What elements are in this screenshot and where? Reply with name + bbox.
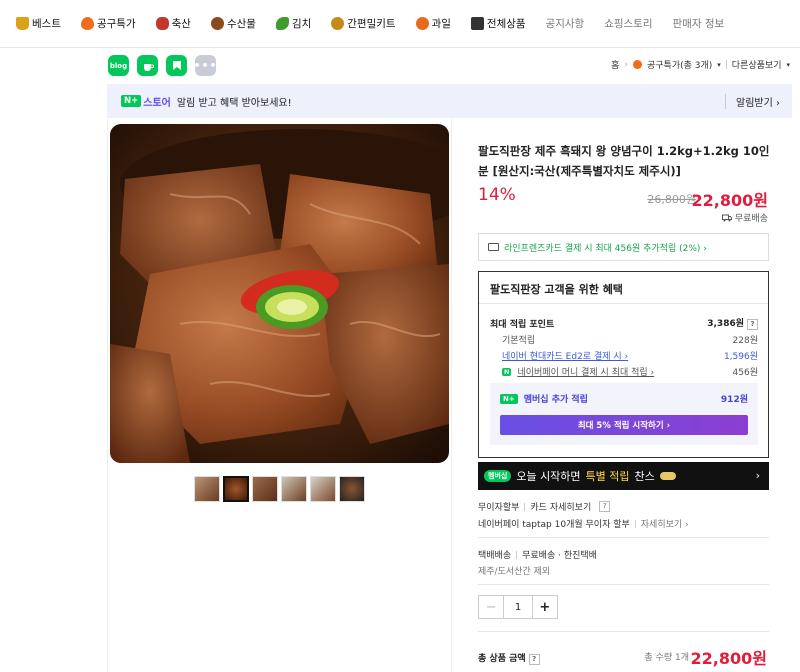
nav-fruit[interactable]: 과일 — [415, 16, 451, 31]
delivery-row: 택배배송 무료배송 · 한진택배 — [478, 550, 597, 561]
cart-icon — [470, 17, 484, 30]
card-benefit-link[interactable]: 라인프렌즈카드 결제 시 최대 456원 추가적립 (2%) › — [478, 233, 769, 261]
thumbnail[interactable] — [252, 476, 278, 502]
benefit-box: 팔도직판장 고객을 위한 혜택 최대 적립 포인트 3,386원? 기본적립 2… — [478, 271, 769, 458]
mealkit-icon — [331, 17, 345, 30]
product-main-image — [110, 124, 449, 463]
product-title: 팔도직판장 제주 흑돼지 왕 양념구이 1.2kg+1.2kg 10인분 [원산… — [478, 144, 770, 178]
share-buttons: blog ••• — [108, 55, 217, 76]
thumbnail[interactable] — [310, 476, 336, 502]
nav-seller-info[interactable]: 판매자 정보 — [673, 16, 725, 31]
nav-all-products[interactable]: 전체상품 — [470, 16, 526, 31]
trophy-icon — [16, 17, 29, 30]
total-quantity: 총 수량 1개 — [644, 653, 689, 663]
free-shipping-label: 무료배송 — [721, 211, 768, 224]
total-price-row: 총 상품 금액? 총 수량 1개 22,800원 — [478, 645, 769, 668]
quantity-decrease-button[interactable]: − — [479, 596, 505, 618]
installment-row: 무이자할부 카드 자세히보기 ? — [478, 500, 770, 513]
membership-start-button[interactable]: 최대 5% 적립 시작하기 › — [500, 415, 748, 435]
bookmark-icon — [172, 61, 181, 70]
nav-shopping-story[interactable]: 쇼핑스토리 — [604, 16, 652, 31]
nav-meat[interactable]: 축산 — [155, 16, 191, 31]
nav-kimchi[interactable]: 김치 — [275, 16, 311, 31]
bookmark-share-icon[interactable] — [166, 55, 187, 76]
cup-icon — [143, 63, 154, 71]
npay-icon: N — [502, 367, 512, 376]
chevron-down-icon: ▾ — [786, 60, 790, 69]
chevron-right-icon: › — [755, 469, 760, 482]
hyundai-card-link[interactable]: 네이버 현대카드 Ed2로 결제 시 › — [490, 349, 628, 362]
cafe-share-icon[interactable] — [137, 55, 158, 76]
membership-box: N+ 멤버십 추가 적립 912원 최대 5% 적립 시작하기 › — [490, 383, 758, 445]
other-products-link[interactable]: 다른상품보기 — [732, 58, 782, 71]
meat-icon — [155, 17, 169, 30]
banner-text: 알림 받고 혜택 받아보세요! — [176, 97, 292, 109]
max-points-row: 최대 적립 포인트 3,386원? — [490, 316, 758, 330]
npay-installment-row: 네이버페이 taptap 10개월 무이자 할부 자세히보기 › — [478, 517, 770, 530]
fire-icon — [632, 60, 642, 69]
benefit-heading: 팔도직판장 고객을 위한 혜택 — [490, 283, 623, 296]
npay-money-link[interactable]: 네이버페이 머니 결제 시 최대 적립 › — [517, 365, 654, 378]
total-price: 22,800원 — [690, 649, 767, 668]
fruit-icon — [415, 17, 429, 30]
nav-best[interactable]: 베스트 — [16, 16, 61, 31]
nav-notice[interactable]: 공지사항 — [546, 16, 585, 31]
store-label: 스토어 — [143, 97, 171, 109]
help-icon[interactable]: ? — [599, 501, 611, 512]
more-share-icon[interactable]: ••• — [193, 55, 217, 76]
delivery-note: 제주/도서산간 제외 — [478, 567, 551, 577]
membership-promo-banner[interactable]: 멤버십 오늘 시작하면 특별 적립 찬스 › — [478, 462, 769, 490]
quantity-input[interactable]: 1 — [504, 596, 531, 618]
thumbnail[interactable] — [194, 476, 220, 502]
card-detail-link[interactable]: 카드 자세히보기 — [530, 500, 591, 513]
original-price: 26,800원 — [647, 193, 696, 206]
thumbnail[interactable] — [339, 476, 365, 502]
thumbnail-selected[interactable] — [223, 476, 249, 502]
membership-badge: 멤버십 — [484, 470, 512, 482]
sale-price: 22,800원 — [691, 191, 768, 210]
truck-icon — [721, 214, 732, 221]
alarm-subscribe-button[interactable]: 알림받기 › — [725, 94, 780, 109]
points-row: 기본적립 228원 — [502, 336, 758, 346]
pepper-icon — [275, 17, 289, 30]
blog-share-icon[interactable]: blog — [108, 55, 129, 76]
breadcrumb: 홈 › 공구특가(총 3개) ▾ 다른상품보기 ▾ — [611, 58, 790, 72]
chevron-down-icon: ▾ — [717, 60, 721, 69]
help-icon[interactable]: ? — [528, 654, 540, 665]
breadcrumb-home[interactable]: 홈 — [611, 58, 619, 71]
credit-card-icon — [488, 243, 499, 251]
discount-rate: 14% — [478, 185, 516, 205]
quantity-increase-button[interactable]: + — [531, 596, 557, 618]
help-icon[interactable]: ? — [747, 319, 758, 330]
thumbnail[interactable] — [281, 476, 307, 502]
points-row: 네이버 현대카드 Ed2로 결제 시 › 1,596원 — [490, 349, 758, 362]
store-alarm-banner: N+ 스토어 알림 받고 혜택 받아보세요! 알림받기 › — [107, 84, 792, 118]
product-gallery — [107, 119, 452, 672]
fire-icon — [80, 17, 94, 30]
quantity-stepper: − 1 + — [478, 595, 558, 619]
thumbnail-strip — [194, 476, 365, 502]
nav-seafood[interactable]: 수산물 — [210, 16, 256, 31]
naver-plus-badge: N+ — [121, 95, 142, 107]
nav-group-deal[interactable]: 공구특가 — [80, 16, 136, 31]
nav-mealkit[interactable]: 간편밀키트 — [331, 16, 396, 31]
points-row: N 네이버페이 머니 결제 시 최대 적립 › 456원 — [490, 365, 758, 378]
seafood-icon — [210, 17, 224, 30]
breadcrumb-category[interactable]: 공구특가(총 3개) — [647, 58, 712, 71]
category-nav: 베스트 공구특가 축산 수산물 김치 간편밀키트 과일 전체상품 공지사항 쇼핑… — [0, 0, 800, 48]
coins-icon — [659, 472, 676, 480]
installment-detail-link[interactable]: 자세히보기 › — [641, 517, 689, 530]
naver-plus-badge: N+ — [500, 393, 518, 404]
